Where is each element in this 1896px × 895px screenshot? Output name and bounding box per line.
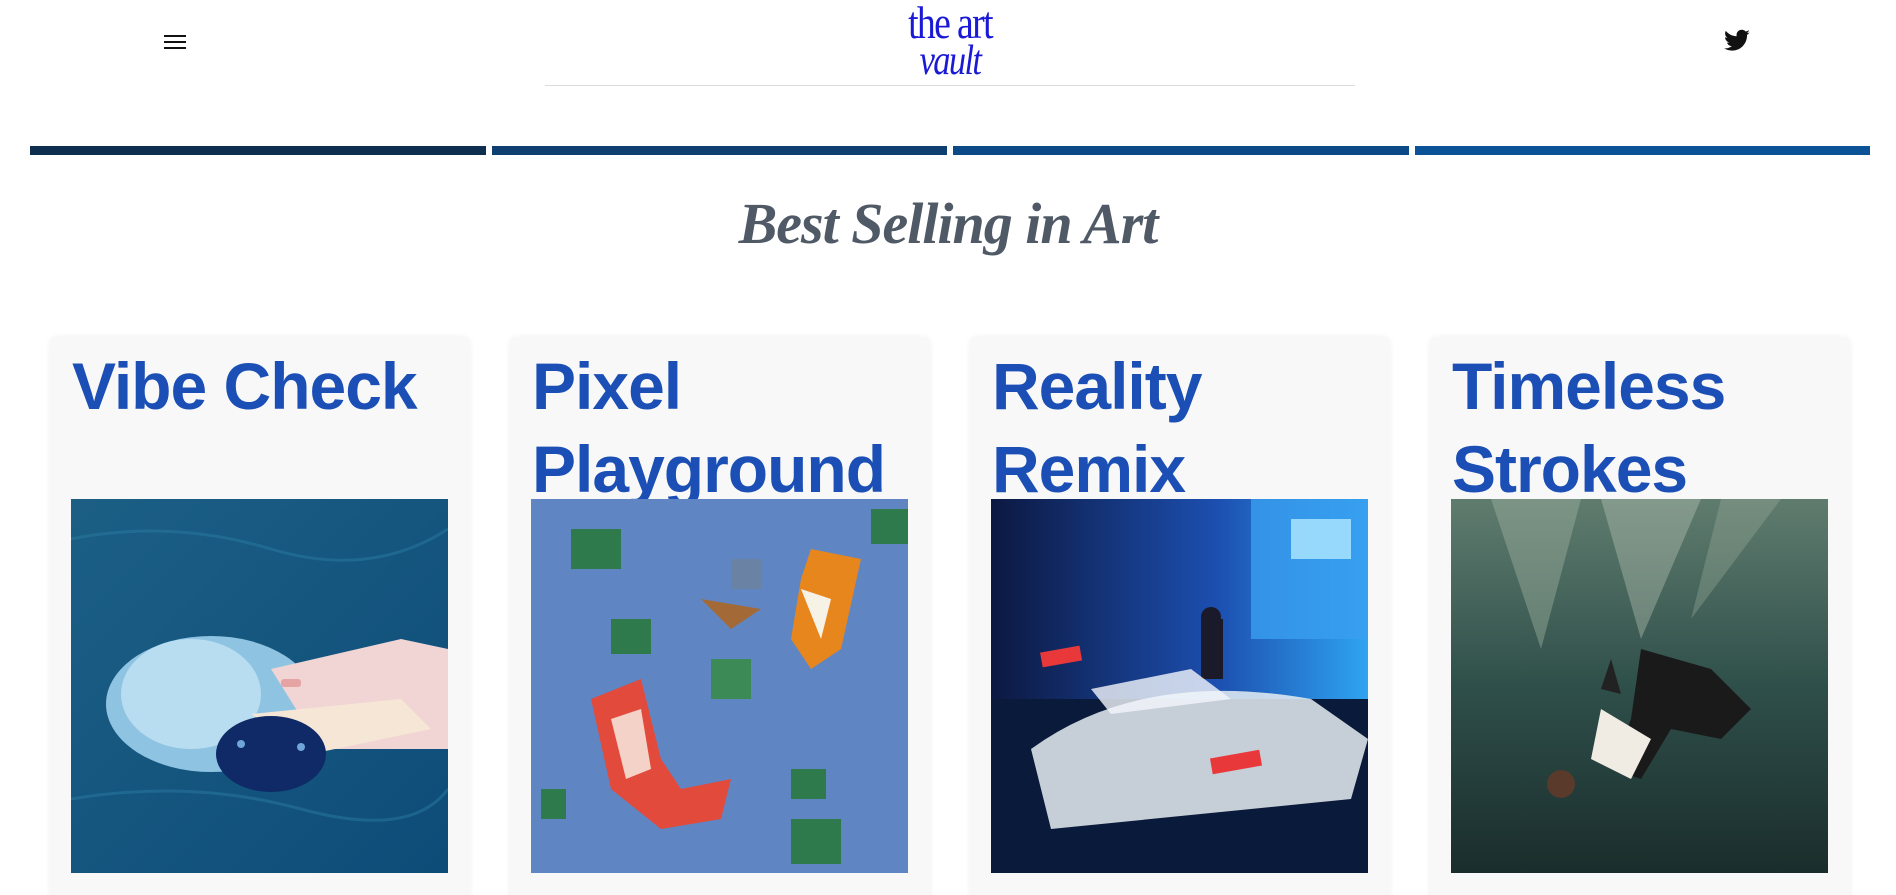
- card-title: Timeless Strokes: [1452, 349, 1726, 506]
- card-title: Reality Remix: [992, 349, 1202, 506]
- hamburger-menu-icon-bar: [164, 41, 186, 43]
- twitter-icon: [1724, 29, 1750, 51]
- header-divider: [545, 85, 1355, 86]
- section-title: Best Selling in Art: [738, 191, 1159, 256]
- logo-line-1: the art: [908, 0, 993, 48]
- card-image[interactable]: [1451, 499, 1828, 873]
- sleeping-girl-with-cat-painting: [71, 499, 448, 873]
- product-card[interactable]: Timeless Strokes: [1430, 337, 1850, 895]
- carousel-tab-1[interactable]: [30, 146, 486, 155]
- site-logo[interactable]: the art vault: [895, 0, 1005, 85]
- card-title: Vibe Check: [72, 349, 418, 423]
- card-image[interactable]: [531, 499, 908, 873]
- falling-figure-underwater-painting: [1451, 499, 1828, 873]
- product-card[interactable]: Pixel Playground: [510, 337, 930, 895]
- carousel-tab-2[interactable]: [491, 146, 947, 155]
- site-header: the art vault: [0, 0, 1896, 90]
- product-card[interactable]: Vibe Check: [50, 337, 470, 895]
- menu-button[interactable]: [160, 30, 190, 54]
- card-title: Pixel Playground: [532, 349, 886, 506]
- card-image[interactable]: [71, 499, 448, 873]
- card-image[interactable]: [991, 499, 1368, 873]
- carousel-tab-3[interactable]: [953, 146, 1409, 155]
- product-card-grid: Vibe Check Pixel Playground Reality Remi…: [50, 337, 1850, 895]
- twitter-link[interactable]: [1723, 27, 1751, 55]
- pixel-koi-pond: [531, 499, 908, 873]
- carousel-tab-4[interactable]: [1414, 146, 1870, 155]
- hamburger-menu-icon: [164, 35, 186, 37]
- carousel-progress-tabs: [30, 146, 1870, 156]
- page: the art vault Best Selling in Art Vibe C…: [0, 0, 1896, 895]
- night-street-motion-blur-photo: [991, 499, 1368, 873]
- product-card[interactable]: Reality Remix: [970, 337, 1390, 895]
- hamburger-menu-icon-bar: [164, 47, 186, 49]
- logo-line-2: vault: [919, 38, 982, 85]
